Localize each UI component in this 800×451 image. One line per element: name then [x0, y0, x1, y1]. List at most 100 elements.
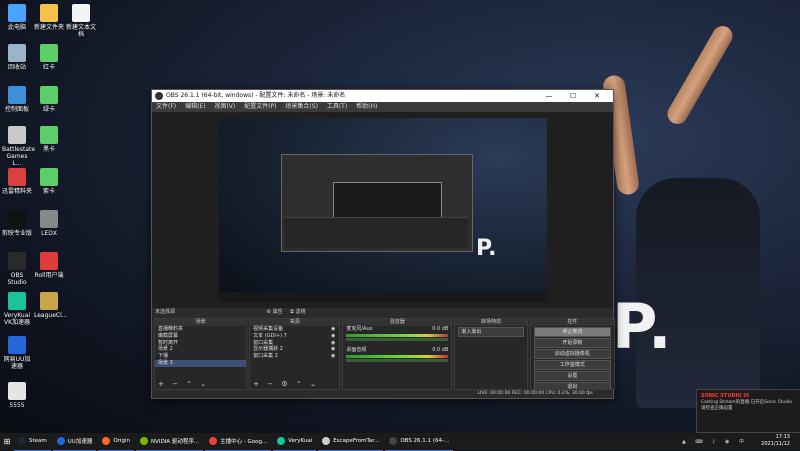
taskbar-item[interactable]: EscapeFromTar... — [318, 433, 384, 451]
mic-db: 0.0 dB — [432, 326, 449, 332]
desktop-icon[interactable]: LEDX — [34, 210, 64, 237]
taskbar-item[interactable]: VeryKuai — [273, 433, 317, 451]
scene-item[interactable]: 场景 2 — [155, 346, 246, 353]
desktop-app-icon — [40, 44, 58, 62]
filters-button[interactable]: ⧉ 滤镜 — [290, 309, 305, 315]
desktop-icon[interactable]: 紫卡 — [34, 168, 64, 195]
settings-button[interactable]: 设置 — [533, 371, 611, 381]
menu-help[interactable]: 帮助(H) — [356, 103, 377, 110]
taskbar-item-label: UU加速器 — [67, 439, 93, 445]
desktop-icon-label: LeagueCl... — [34, 312, 68, 319]
sonic-studio-notification[interactable]: SONIC STUDIO III Casting Stream的直播,已开启So… — [696, 389, 800, 433]
scene-tools[interactable]: + − ⌃ ⌄ — [158, 380, 209, 388]
taskbar-item[interactable]: OBS 26.1.1 (64-... — [385, 433, 454, 451]
taskbar-item[interactable]: 主播中心 - Goog... — [205, 433, 272, 451]
preview-canvas[interactable]: P. — [219, 118, 547, 302]
desktop-icon[interactable]: 网易UU加速器 — [2, 336, 32, 370]
minimize-button[interactable]: — — [537, 90, 561, 102]
desktop-icon[interactable]: Roll用户端 — [34, 252, 64, 279]
taskbar-item[interactable]: NVIDIA 驱动程序... — [135, 433, 204, 451]
scene-item[interactable]: 场景 3 — [155, 359, 247, 367]
menu-tools[interactable]: 工具(T) — [327, 103, 347, 110]
nested-taskbar — [219, 292, 547, 302]
desktop-icon-label: 新建文本文档 — [66, 24, 97, 38]
visibility-eye-icon[interactable]: ◉ — [331, 340, 335, 347]
stop-streaming-button[interactable]: 停止推流 — [533, 327, 611, 337]
scene-item[interactable]: 嫩截屏幕 — [155, 333, 246, 340]
desktop-icon[interactable]: 回收站 — [2, 44, 32, 71]
desktop-icon[interactable]: 红卡 — [34, 44, 64, 71]
desktop-icon[interactable]: VeryKuai VK加速器 — [2, 292, 32, 326]
obs-logo-icon — [155, 92, 163, 100]
desktop-icon[interactable]: 黑卡 — [34, 126, 64, 153]
menu-edit[interactable]: 编辑(E) — [185, 103, 205, 110]
taskbar-app-icon — [102, 437, 111, 445]
source-item[interactable]: 文本 (GDI+) 7 ◉ — [250, 333, 339, 340]
visibility-eye-icon[interactable]: ◉ — [331, 326, 335, 333]
desktop-icon[interactable]: 此电脑 — [2, 4, 32, 31]
desktop-icon-label: 紫卡 — [42, 188, 55, 195]
source-item[interactable]: 视频采集设备 ◉ — [250, 326, 339, 333]
menu-view[interactable]: 视图(V) — [214, 103, 235, 110]
desktop-icon[interactable]: 剪映专业版 — [2, 210, 32, 237]
desktop-icon[interactable]: 5555 — [2, 382, 32, 409]
source-tools[interactable]: + − ⚙ ⌃ ⌄ — [253, 380, 319, 388]
desktop-volume-slider[interactable] — [346, 358, 449, 362]
desktop-icon[interactable]: Battlestate Games L... — [2, 126, 35, 167]
desktop-icon[interactable]: 绿卡 — [34, 86, 64, 113]
desktop-icon[interactable]: 新建文件夹 — [34, 4, 64, 31]
mic-meter — [346, 333, 449, 337]
desktop-icon[interactable]: OBS Studio — [2, 252, 32, 286]
obs-window[interactable]: OBS 26.1.1 (64-bit, windows) - 配置文件: 未命名… — [151, 89, 615, 399]
visibility-eye-icon[interactable]: ◉ — [331, 333, 335, 340]
start-recording-button[interactable]: 开始录制 — [533, 338, 611, 348]
desktop-icon[interactable]: 控制面板 — [2, 86, 32, 113]
visibility-eye-icon[interactable]: ◉ — [331, 346, 335, 353]
clock-date: 2021/11/12 — [761, 441, 790, 447]
studio-mode-button[interactable]: 工作室模式 — [533, 360, 611, 370]
desktop-app-icon — [8, 382, 26, 400]
desktop-audio-meter — [346, 354, 449, 358]
source-item[interactable]: 窗口采集 2 ◉ — [250, 353, 339, 360]
mic-volume-slider[interactable] — [346, 337, 449, 341]
desktop-icon-label: LEDX — [41, 230, 57, 237]
close-button[interactable]: ✕ — [585, 90, 609, 102]
virtual-camera-button[interactable]: 启动虚拟摄像机 — [533, 349, 611, 359]
menu-profile[interactable]: 配置文件(P) — [244, 103, 276, 110]
desktop-app-icon — [40, 292, 58, 310]
maximize-button[interactable]: ☐ — [561, 90, 585, 102]
scene-item[interactable]: 直播精料夹 — [155, 326, 246, 333]
desktop-icon[interactable]: 迅雷精料夹 — [2, 168, 32, 195]
clock[interactable]: 17:13 2021/11/12 — [761, 434, 790, 448]
system-tray[interactable]: ▲ ⌨ ♪ ◉ 中 — [682, 438, 748, 445]
mixer-channel-desktop: 桌面音频 0.0 dB — [343, 347, 451, 354]
desktop-app-icon — [40, 4, 58, 22]
menu-scene-collection[interactable]: 场景集合(S) — [285, 103, 318, 110]
sources-dock: 来源 视频采集设备 ◉ 文本 (GDI+) 7 ◉ 窗口采集 ◉ 显示器捕获 2 ◉ 窗口采集 … — [249, 318, 341, 390]
visibility-eye-icon[interactable]: ◉ — [331, 353, 335, 360]
transition-select[interactable]: 渐入渐出 — [458, 327, 524, 337]
properties-button[interactable]: ⚙ 属性 — [267, 309, 283, 315]
taskbar-item[interactable]: UU加速器 — [52, 433, 97, 451]
taskbar-item[interactable]: Origin — [98, 433, 134, 451]
menu-file[interactable]: 文件(F) — [156, 103, 176, 110]
background-text: P. — [612, 290, 674, 363]
taskbar-app-icon — [322, 437, 331, 445]
taskbar-item-label: Origin — [113, 438, 130, 444]
obs-titlebar[interactable]: OBS 26.1.1 (64-bit, windows) - 配置文件: 未命名… — [152, 90, 613, 102]
desktop-icon-label: 剪映专业版 — [2, 230, 33, 237]
windows-start-icon[interactable]: ⊞ — [0, 437, 14, 446]
scene-list: 直播精料夹 嫩截屏幕 暂时离开 场景 2 下播 场景 3 — [155, 326, 247, 367]
desktop-icon[interactable]: LeagueCl... — [34, 292, 68, 319]
desktop-icon-label: 绿卡 — [42, 106, 55, 113]
clock-time: 17:13 — [775, 434, 790, 440]
preview-area[interactable]: P. — [152, 112, 613, 308]
taskbar-item[interactable]: Steam — [14, 433, 51, 451]
scene-item[interactable]: 下播 — [155, 353, 246, 360]
desktop-icon[interactable]: 新建文本文档 — [66, 4, 96, 38]
desktop-app-icon — [40, 252, 58, 270]
controls-dock: 控件 停止推流 开始录制 启动虚拟摄像机 工作室模式 设置 退出 — [529, 318, 615, 392]
desktop-app-icon — [8, 4, 26, 22]
source-item-label: 显示器捕获 2 — [253, 346, 283, 353]
scenes-dock-title: 场景 — [155, 319, 247, 326]
